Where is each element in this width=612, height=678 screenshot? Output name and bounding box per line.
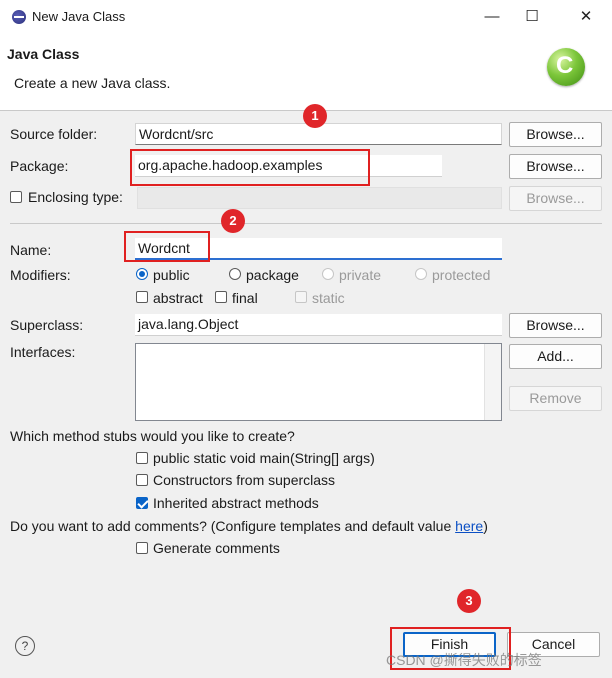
superclass-label: Superclass: (10, 317, 84, 333)
name-label: Name: (10, 242, 52, 258)
close-button[interactable]: ✕ (566, 4, 606, 30)
protected-radio[interactable] (415, 268, 427, 280)
public-radio-label: public (153, 267, 190, 283)
logo-letter: C (556, 52, 574, 79)
generate-comments-checkbox[interactable] (136, 542, 148, 554)
eclipse-app-icon (12, 10, 26, 24)
private-radio[interactable] (322, 268, 334, 280)
inherited-methods-label: Inherited abstract methods (153, 495, 319, 511)
package-radio-label: package (246, 267, 299, 283)
protected-radio-label: protected (432, 267, 491, 283)
package-browse-button[interactable]: Browse... (509, 154, 602, 179)
superclass-browse-button[interactable]: Browse... (509, 313, 602, 338)
comments-question: Do you want to add comments? (Configure … (10, 518, 488, 534)
constructors-checkbox[interactable] (136, 474, 148, 486)
watermark: CSDN @撕得失败的标签 (386, 652, 542, 668)
comments-question-close: ) (483, 518, 488, 534)
comments-question-text: Do you want to add comments? (Configure … (10, 518, 456, 534)
maximize-button[interactable]: ☐ (512, 4, 552, 30)
static-checkbox[interactable] (295, 291, 307, 303)
inherited-methods-checkbox[interactable] (136, 497, 148, 509)
interfaces-scrollbar[interactable] (484, 344, 501, 420)
private-radio-label: private (339, 267, 382, 283)
source-folder-browse-button[interactable]: Browse... (509, 122, 602, 147)
method-stubs-question: Which method stubs would you like to cre… (10, 428, 295, 444)
superclass-input[interactable]: java.lang.Object (135, 314, 502, 336)
section-divider (10, 223, 602, 224)
interfaces-add-button[interactable]: Add... (509, 344, 602, 369)
package-highlight-box (130, 149, 370, 186)
main-method-checkbox[interactable] (136, 452, 148, 464)
step-3-badge: 3 (457, 589, 481, 613)
wizard-description: Create a new Java class. (14, 75, 171, 91)
constructors-label: Constructors from superclass (153, 472, 336, 488)
static-checkbox-label: static (312, 290, 345, 306)
wizard-title: Java Class (7, 46, 80, 62)
enclosing-type-checkbox[interactable] (10, 191, 22, 203)
final-checkbox-label: final (232, 290, 258, 306)
source-folder-label: Source folder: (10, 126, 98, 142)
step-1-badge: 1 (303, 104, 327, 128)
public-radio[interactable] (136, 268, 148, 280)
minimize-button[interactable]: — (472, 4, 512, 30)
package-label: Package: (10, 158, 69, 174)
modifiers-label: Modifiers: (10, 267, 71, 283)
interfaces-remove-button[interactable]: Remove (509, 386, 602, 411)
java-class-logo-icon: C (547, 48, 585, 86)
help-icon[interactable]: ? (15, 636, 35, 656)
name-highlight-box (124, 231, 210, 262)
interfaces-list[interactable] (135, 343, 502, 421)
interfaces-label: Interfaces: (10, 344, 76, 360)
enclosing-type-input[interactable] (137, 187, 502, 209)
configure-templates-link[interactable]: here (455, 518, 483, 534)
enclosing-type-browse-button[interactable]: Browse... (509, 186, 602, 211)
package-radio[interactable] (229, 268, 241, 280)
abstract-checkbox[interactable] (136, 291, 148, 303)
main-method-label: public static void main(String[] args) (153, 450, 375, 466)
wizard-banner (0, 34, 612, 111)
step-2-badge: 2 (221, 209, 245, 233)
abstract-checkbox-label: abstract (153, 290, 203, 306)
final-checkbox[interactable] (215, 291, 227, 303)
enclosing-type-label: Enclosing type: (28, 189, 123, 205)
window-title: New Java Class (32, 9, 126, 24)
generate-comments-label: Generate comments (153, 540, 280, 556)
